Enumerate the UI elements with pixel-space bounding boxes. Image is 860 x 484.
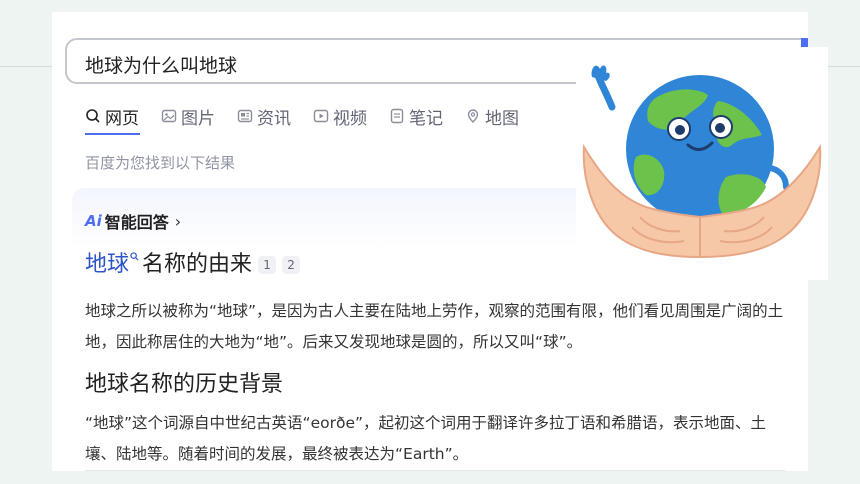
notes-icon (389, 108, 405, 124)
answer-paragraph: “地球”这个词源自中世纪古英语“eorðe”，起初这个词用于翻译许多拉丁语和希腊… (85, 414, 767, 463)
tab-news[interactable]: 资讯 (237, 103, 291, 129)
chevron-right-icon: › (174, 211, 182, 231)
news-icon (237, 108, 253, 124)
answer-heading-text: 名称的由来 (142, 252, 253, 277)
search-icon (85, 108, 101, 124)
image-icon (161, 108, 177, 124)
entity-search-icon[interactable] (130, 251, 139, 264)
answer-heading: 地球 名称的由来 1 2 (85, 246, 301, 278)
video-icon (313, 108, 329, 124)
entity-link[interactable]: 地球 (85, 246, 129, 278)
active-tab-indicator (85, 133, 140, 135)
map-icon (465, 108, 481, 124)
reference-badge[interactable]: 1 (258, 256, 277, 274)
tab-video[interactable]: 视频 (313, 103, 367, 129)
tab-images[interactable]: 图片 (161, 103, 215, 129)
reference-badge[interactable]: 2 (282, 256, 301, 274)
ai-answer-header[interactable]: Ai 智能回答 › (85, 209, 181, 233)
tab-label: 笔记 (409, 108, 443, 129)
search-query-text: 地球为什么叫地球 (85, 55, 238, 77)
ai-logo-icon: Ai (85, 212, 102, 230)
tab-map[interactable]: 地图 (465, 103, 519, 129)
answer-paragraph: 地球之所以被称为“地球”，是因为古人主要在陆地上劳作，观察的范围有限，他们看见周… (85, 302, 784, 351)
tab-label: 地图 (485, 108, 519, 129)
tab-notes[interactable]: 笔记 (389, 103, 443, 129)
earth-mascot-icon (582, 65, 822, 259)
tab-label: 资讯 (257, 108, 291, 129)
tab-label: 视频 (333, 108, 367, 129)
result-count-hint: 百度为您找到以下结果 (85, 154, 236, 172)
ai-answer-label: 智能回答 (104, 213, 169, 232)
section-divider (85, 470, 785, 471)
tab-label: 图片 (181, 108, 215, 129)
tab-web[interactable]: 网页 (85, 103, 139, 129)
answer-subheading: 地球名称的历史背景 (85, 372, 284, 397)
tab-label: 网页 (105, 108, 139, 129)
search-tabs: 网页 图片 资讯 视频 笔记 地图 (85, 103, 541, 133)
earth-mascot-sticker (576, 47, 828, 280)
